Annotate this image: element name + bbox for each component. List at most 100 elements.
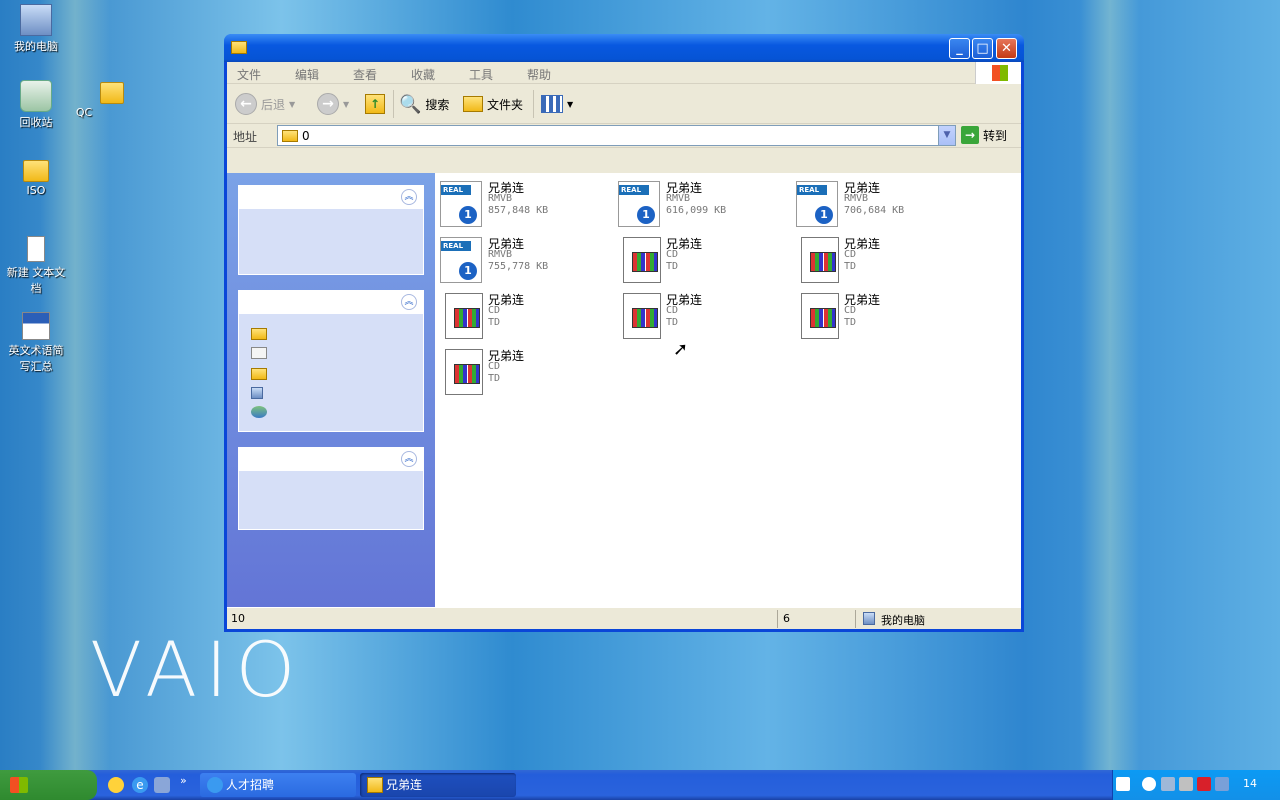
task-panel-header[interactable]: ︽ [239, 448, 423, 471]
file-item[interactable]: REAL 1 兄弟连 RMVB 857,848 KB [440, 179, 610, 231]
antivirus-icon[interactable] [1197, 777, 1211, 791]
toolbar-separator [393, 90, 394, 118]
file-item[interactable]: 兄弟连 CD TD [796, 291, 966, 343]
folder-icon [23, 160, 49, 182]
realmedia-file-icon: REAL 1 [618, 181, 660, 227]
file-type: RMVB [844, 193, 869, 204]
file-item[interactable]: REAL 1 兄弟连 RMVB 755,778 KB [440, 235, 610, 287]
desktop-icon-qc[interactable]: QC [52, 82, 124, 119]
start-button[interactable] [0, 770, 97, 800]
address-dropdown-button[interactable]: ▼ [938, 126, 955, 145]
collapse-icon[interactable]: ︽ [401, 189, 417, 205]
status-divider [777, 610, 778, 628]
cd-file-icon [801, 237, 839, 283]
minimize-button[interactable]: _ [949, 38, 970, 59]
taskbar-button-ie[interactable]: 人才招聘 [200, 773, 356, 797]
search-label: 搜索 [425, 97, 450, 112]
desktop-icon-iso[interactable]: ISO [4, 160, 68, 197]
chevron-down-icon: ▼ [567, 99, 574, 109]
close-button[interactable]: ✕ [996, 38, 1017, 59]
status-middle: 6 [783, 612, 790, 625]
file-item[interactable]: 兄弟连 CD TD [618, 235, 788, 287]
user-icon[interactable] [1179, 777, 1193, 791]
up-folder-button[interactable]: ↑ [365, 92, 385, 116]
views-icon [541, 95, 563, 113]
quicklaunch-more-icon[interactable]: » [180, 774, 187, 787]
qq-icon[interactable] [108, 777, 124, 793]
folder-icon [463, 96, 483, 112]
menu-help[interactable]: 帮助 [527, 66, 551, 83]
file-size: 616,099 KB [666, 205, 727, 216]
file-item[interactable]: 兄弟连 CD TD [440, 291, 610, 343]
computer-icon[interactable] [251, 387, 263, 399]
file-item[interactable]: REAL 1 兄弟连 RMVB 616,099 KB [618, 179, 788, 231]
window-body: 文件 编辑 查看 收藏 工具 帮助 ← 后退 ▼ → ▼ ↑ 🔍 搜索 文件夹 … [227, 62, 1021, 629]
menu-edit[interactable]: 编辑 [295, 66, 319, 83]
menu-file[interactable]: 文件 [237, 66, 261, 83]
taskbar-button-explorer[interactable]: 兄弟连 [360, 773, 516, 797]
internet-explorer-icon[interactable]: e [132, 777, 148, 793]
file-item[interactable]: REAL 1 兄弟连 RMVB 706,684 KB [796, 179, 966, 231]
desktop-icon-text-document[interactable]: 新建 文本文档 [4, 236, 68, 296]
file-type: CD [844, 249, 857, 260]
cd-file-icon [445, 293, 483, 339]
file-size: 755,778 KB [488, 261, 549, 272]
status-object-count: 10 [231, 612, 245, 625]
status-location: 我的电脑 [881, 614, 925, 627]
desktop-icon-my-computer[interactable]: 我的电脑 [4, 4, 68, 54]
network-icon[interactable] [251, 406, 267, 418]
internet-explorer-icon [207, 777, 223, 793]
window-titlebar[interactable]: _ □ ✕ [224, 34, 1024, 62]
search-button[interactable]: 🔍 搜索 [399, 92, 449, 116]
back-button[interactable]: ← 后退 ▼ [235, 92, 295, 116]
file-item[interactable]: 兄弟连 CD TD [440, 347, 610, 399]
keyboard-icon[interactable] [1116, 777, 1130, 791]
text-document-icon [27, 236, 45, 262]
folder-icon [231, 41, 247, 54]
address-bar: 地址 0 ▼ → 转到 [227, 124, 1021, 148]
realmedia-file-icon: REAL 1 [440, 237, 482, 283]
file-size: 857,848 KB [488, 205, 549, 216]
folder-icon[interactable] [251, 368, 267, 380]
address-input[interactable]: 0 ▼ [277, 125, 956, 146]
network-icon[interactable] [1161, 777, 1175, 791]
wallpaper-bamboo [1080, 0, 1140, 770]
forward-button[interactable]: → ▼ [317, 92, 349, 116]
clock[interactable]: 14 [1243, 777, 1257, 790]
menu-favorites[interactable]: 收藏 [411, 66, 435, 83]
back-arrow-icon: ← [235, 93, 257, 115]
file-item[interactable]: 兄弟连 CD TD [796, 235, 966, 287]
menu-view[interactable]: 查看 [353, 66, 377, 83]
menu-tools[interactable]: 工具 [469, 66, 493, 83]
quicklaunch-app-icon[interactable] [154, 777, 170, 793]
file-item[interactable]: 兄弟连 CD TD [618, 291, 788, 343]
address-label: 地址 [233, 130, 258, 144]
documents-icon[interactable] [251, 347, 267, 359]
file-type: CD [844, 305, 857, 316]
go-button[interactable]: → 转到 [961, 126, 1007, 144]
maximize-button[interactable]: □ [972, 38, 993, 59]
file-type: RMVB [488, 193, 513, 204]
folders-button[interactable]: 文件夹 [463, 92, 523, 116]
task-panel-header[interactable]: ︽ [239, 186, 423, 209]
task-panel-header[interactable]: ︽ [239, 291, 423, 314]
explorer-window: _ □ ✕ 文件 编辑 查看 收藏 工具 帮助 ← 后退 ▼ → ▼ ↑ 🔍 搜… [224, 34, 1024, 632]
folder-icon [100, 82, 124, 104]
status-divider [855, 610, 856, 628]
task-panel-3: ︽ [238, 447, 424, 530]
views-button[interactable]: ▼ [541, 92, 573, 116]
desktop-icon-word-document[interactable]: 英文术语简写汇总 [4, 312, 68, 374]
collapse-icon[interactable]: ︽ [401, 294, 417, 310]
task-panel-1: ︽ [238, 185, 424, 275]
vaio-logo: VAIO [90, 625, 304, 714]
tray-arrow-icon[interactable] [1142, 777, 1156, 791]
toolbar-separator [533, 90, 534, 118]
display-icon[interactable] [1215, 777, 1229, 791]
file-size: TD [666, 261, 679, 272]
taskbar: e » 人才招聘 兄弟连 14 [0, 770, 1280, 800]
collapse-icon[interactable]: ︽ [401, 451, 417, 467]
file-type: CD [666, 249, 679, 260]
realmedia-file-icon: REAL 1 [440, 181, 482, 227]
folder-icon[interactable] [251, 328, 267, 340]
computer-icon [863, 612, 875, 625]
